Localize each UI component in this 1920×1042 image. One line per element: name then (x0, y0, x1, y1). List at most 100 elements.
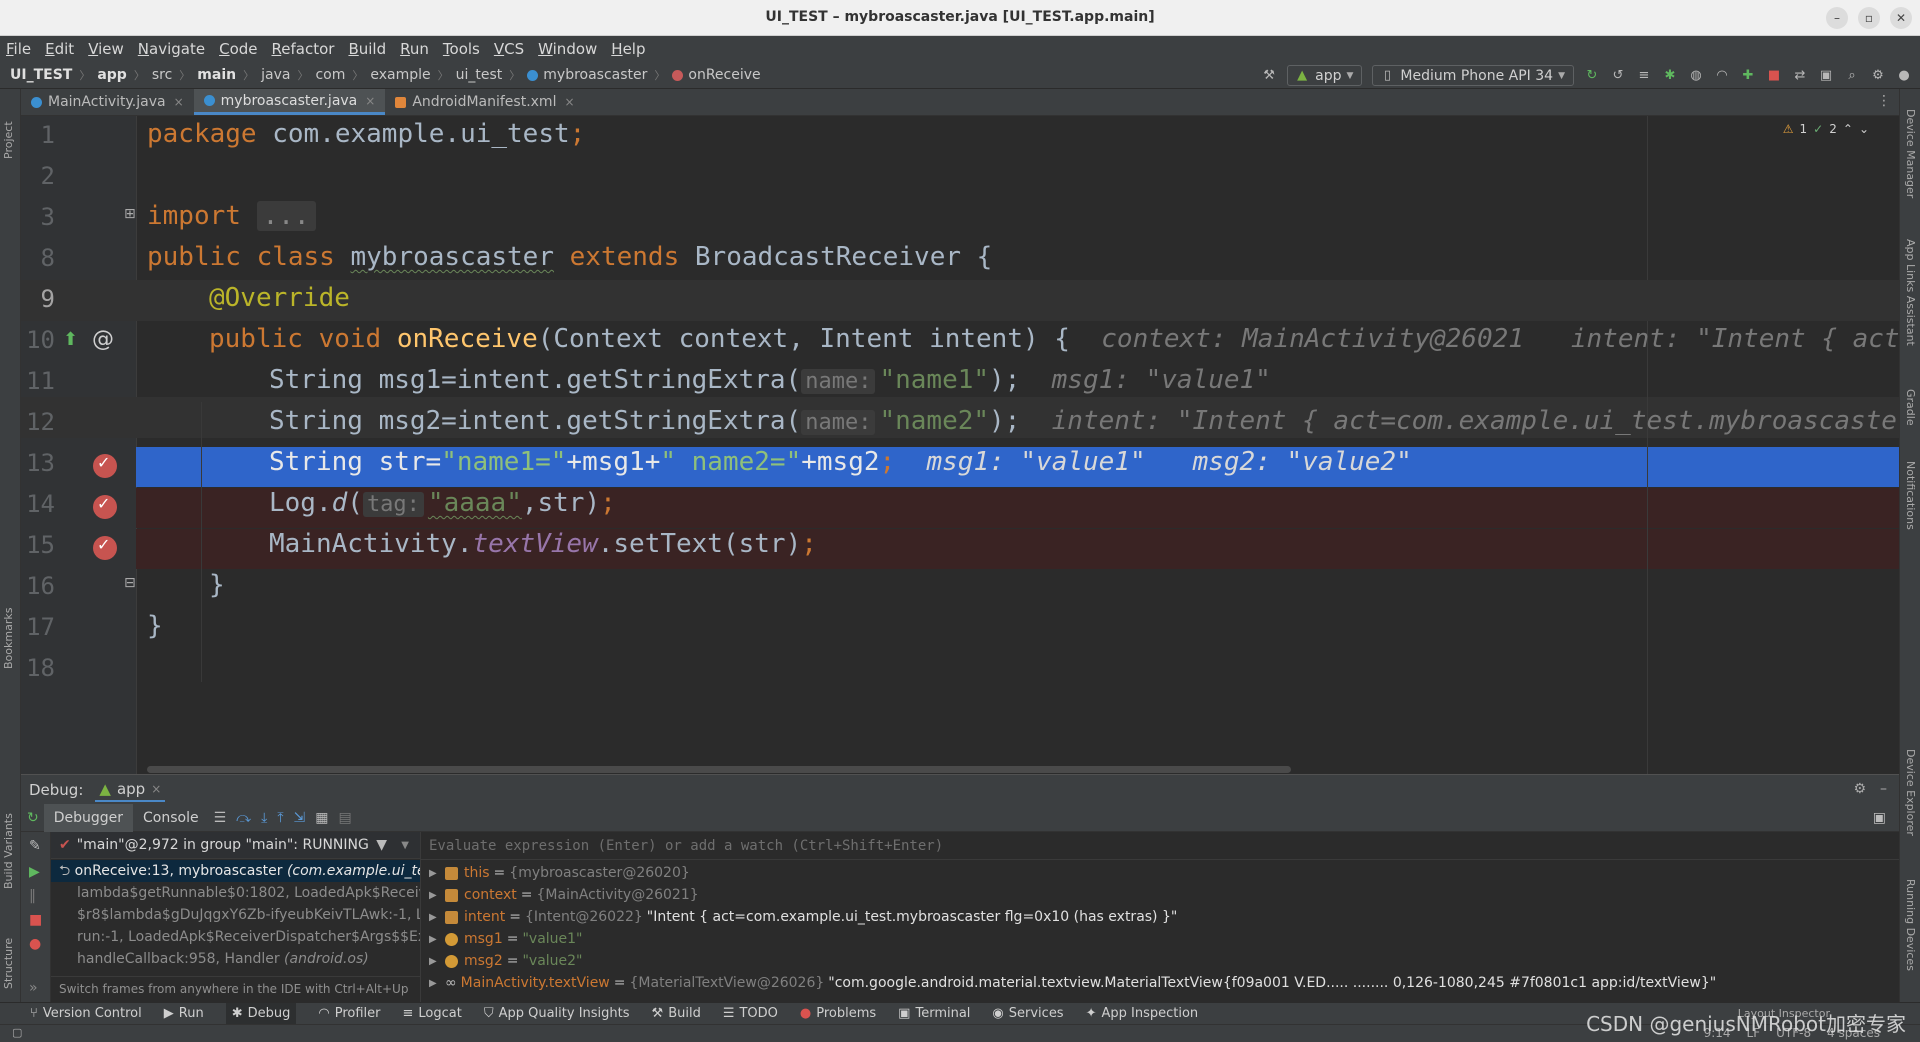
tool-profiler[interactable]: ◠ Profiler (318, 1006, 380, 1021)
resume-icon[interactable]: ▶ (29, 864, 40, 880)
step-into-icon[interactable]: ⤓ (261, 810, 267, 826)
apply-changes-icon[interactable]: ↺ (1610, 68, 1626, 84)
structure-tool-tab[interactable]: Structure (2, 938, 15, 989)
tool-debug[interactable]: ✱ Debug (225, 1002, 297, 1025)
menu-refactor[interactable]: Refactor (272, 40, 335, 58)
tab-androidmanifest[interactable]: AndroidManifest.xml × (385, 89, 584, 115)
rerun-icon[interactable]: ↻ (1584, 68, 1600, 84)
menu-view[interactable]: View (88, 40, 124, 58)
hammer-icon[interactable]: ⚒ (1261, 68, 1277, 84)
tool-todo[interactable]: ☰ TODO (723, 1006, 778, 1021)
menu-window[interactable]: Window (538, 40, 597, 58)
close-icon[interactable]: × (365, 94, 375, 108)
variable-row[interactable]: ▶ msg1 = "value1" (421, 928, 1899, 950)
stack-frame[interactable]: ⮌ onReceive:13, mybroascaster (com.examp… (51, 860, 420, 882)
breakpoint-icon[interactable] (93, 494, 117, 519)
attach-debugger-icon[interactable]: ✚ (1740, 68, 1756, 84)
tab-console[interactable]: Console (133, 804, 209, 832)
project-tool-tab[interactable]: Project (2, 121, 15, 159)
table-icon[interactable]: ▤ (339, 810, 352, 826)
run-config-combo[interactable]: ▲ app ▼ (1287, 65, 1363, 86)
stop-icon[interactable]: ■ (1766, 68, 1782, 84)
tool-app-inspection[interactable]: ✦ App Inspection (1086, 1006, 1199, 1021)
code-editor[interactable]: ⚠ 1 ✓ 2 ⌃ ⌄ 1 package com.example.ui_test;… (21, 116, 1899, 774)
stop-icon[interactable]: ■ (29, 912, 42, 928)
menu-edit[interactable]: Edit (45, 40, 74, 58)
expand-icon[interactable]: ▶ (429, 868, 445, 879)
stack-frame[interactable]: $r8$lambda$gDuJqgxY6Zb-ifyeubKeivTLAwk:-… (51, 904, 420, 926)
expand-icon[interactable]: ▶ (429, 890, 445, 901)
breadcrumb-item[interactable]: example (370, 67, 430, 83)
menu-tools[interactable]: Tools (443, 40, 480, 58)
breadcrumb-item[interactable]: app (97, 67, 127, 83)
expand-icon[interactable]: ▶ (429, 978, 445, 989)
step-over-icon[interactable]: ⤼ (236, 810, 251, 826)
close-icon[interactable]: × (174, 95, 184, 109)
profile-icon[interactable]: ◍ (1688, 68, 1704, 84)
menu-run[interactable]: Run (400, 40, 429, 58)
close-icon[interactable]: × (564, 95, 574, 109)
menu-code[interactable]: Code (219, 40, 257, 58)
evaluate-icon[interactable]: ▦ (315, 810, 328, 826)
folded-imports[interactable]: ... (256, 201, 316, 231)
breadcrumb-method[interactable]: onReceive (672, 67, 761, 83)
minimize-icon[interactable]: – (1880, 781, 1887, 797)
tab-mainactivity[interactable]: MainActivity.java × (21, 89, 194, 115)
minimize-button[interactable]: – (1826, 7, 1848, 29)
tool-build[interactable]: ⚒ Build (652, 1006, 701, 1021)
menu-lines-icon[interactable]: ☰ (214, 810, 227, 826)
variable-row[interactable]: ▶ ∞ MainActivity.textView = {MaterialTextV… (421, 972, 1899, 994)
device-mirror-icon[interactable]: ▣ (1818, 68, 1834, 84)
fold-expand-icon[interactable]: ⊞ (124, 206, 136, 222)
gauge-icon[interactable]: ◠ (1714, 68, 1730, 84)
search-icon[interactable]: ⌕ (1844, 68, 1860, 84)
debug-session-tab[interactable]: ▲ app × (95, 778, 166, 802)
thread-selector[interactable]: ✔ "main"@2,972 in group "main": RUNNING … (51, 832, 420, 859)
run-to-cursor-icon[interactable]: ⇲ (294, 810, 306, 826)
gradle-tool-tab[interactable]: Gradle (1904, 389, 1917, 426)
breadcrumb-class[interactable]: mybroascaster (527, 67, 647, 83)
variable-row[interactable]: ▶ intent = {Intent@26022} "Intent { act=com… (421, 906, 1899, 928)
layout-icon[interactable]: ▣ (1873, 810, 1886, 826)
breadcrumb-item[interactable]: UI_TEST (10, 67, 72, 83)
breadcrumb-item[interactable]: main (197, 67, 236, 83)
chevron-down-icon[interactable]: ▼ (401, 840, 409, 851)
account-icon[interactable]: ● (1896, 68, 1912, 84)
gear-icon[interactable]: ⚙ (1853, 781, 1866, 797)
breadcrumb-item[interactable]: java (261, 67, 290, 83)
tool-logcat[interactable]: ≡ Logcat (402, 1006, 461, 1021)
view-breakpoints-icon[interactable]: ● (29, 936, 41, 952)
variable-row[interactable]: ▶ context = {MainActivity@26021} (421, 884, 1899, 906)
breadcrumb-item[interactable]: ui_test (456, 67, 503, 83)
tab-mybroascaster[interactable]: mybroascaster.java × (193, 89, 386, 115)
tool-app-quality[interactable]: ⛉ App Quality Insights (484, 1006, 630, 1021)
menu-vcs[interactable]: VCS (494, 40, 524, 58)
menu-file[interactable]: File (6, 40, 31, 58)
stack-frame[interactable]: run:-1, LoadedApk$ReceiverDispatcher$Arg… (51, 926, 420, 948)
rerun-icon[interactable]: ↻ (27, 810, 39, 826)
debug-bug-icon[interactable]: ✱ (1662, 68, 1678, 84)
device-explorer-tool-tab[interactable]: Device Explorer (1904, 749, 1917, 836)
device-manager-tool-tab[interactable]: Device Manager (1904, 109, 1917, 198)
expand-icon[interactable]: ▶ (429, 912, 445, 923)
stack-frame[interactable]: handleCallback:958, Handler (android.os) (51, 948, 420, 970)
variable-row[interactable]: ▶ msg2 = "value2" (421, 950, 1899, 972)
close-icon[interactable]: × (151, 782, 161, 796)
running-devices-tool-tab[interactable]: Running Devices (1904, 879, 1917, 971)
wrench-icon[interactable]: ✎ (29, 838, 41, 854)
app-links-tool-tab[interactable]: App Links Assistant (1904, 239, 1917, 346)
device-combo[interactable]: ▯ Medium Phone API 34 ▼ (1372, 65, 1574, 86)
breakpoint-icon[interactable] (93, 453, 117, 478)
override-icon[interactable]: ⬆ (63, 329, 78, 350)
expand-icon[interactable]: ▶ (429, 934, 445, 945)
more-tabs-icon[interactable]: ⋮ (1877, 93, 1891, 109)
breadcrumb-item[interactable]: com (315, 67, 345, 83)
menu-help[interactable]: Help (611, 40, 645, 58)
step-out-icon[interactable]: ⤒ (277, 810, 283, 826)
at-annotation-icon[interactable]: @ (92, 327, 114, 352)
sync-icon[interactable]: ⇄ (1792, 68, 1808, 84)
tool-version-control[interactable]: ⑂ Version Control (30, 1006, 142, 1021)
variable-row[interactable]: ▶ this = {mybroascaster@26020} (421, 862, 1899, 884)
tab-debugger[interactable]: Debugger (43, 803, 134, 832)
tool-run[interactable]: ▶ Run (164, 1006, 204, 1021)
